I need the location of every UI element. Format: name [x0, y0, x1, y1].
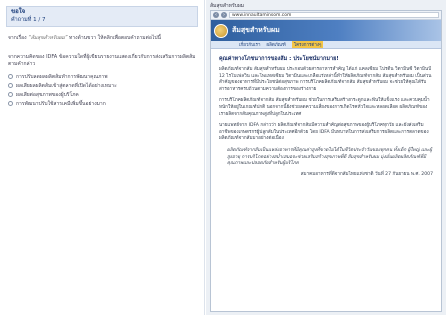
article-heading: คุณค่าทางโภชนาการของส้ม : ประโยชน์มากมาย…	[219, 56, 339, 62]
answer-option-label: ผลเสียผลผลิตส้มเข้าสู่ตลาดที่เปิดได้อย่า…	[16, 82, 117, 89]
nav-item-about[interactable]: เกี่ยวกับเรา	[239, 41, 261, 48]
answer-option-4[interactable]: การพัฒนาปรับใช้สารเคมีเพิ่มขึ้นอย่างมาก	[8, 99, 196, 108]
document-panel: ส้มสุขสำหรับผม ‹ › www.innaultaminsom.co…	[206, 0, 446, 315]
site-nav: เกี่ยวกับเรา ผลิตภัณฑ์ โครงการต่างๆ	[211, 41, 441, 49]
answer-option-1[interactable]: การปรับลดผลผลิตส้มทำการพัฒนาคุณภาพ	[8, 72, 196, 81]
back-arrow-icon[interactable]: ‹	[213, 12, 219, 18]
browser-frame: ‹ › www.innaultaminsom.com ส้มสุขสำหรับผ…	[210, 10, 442, 312]
nav-item-projects[interactable]: โครงการต่างๆ	[291, 41, 324, 48]
article-quote: ผลิตภัณฑ์จากส้มเป็นแหล่งอาหารที่มีคุณค่า…	[227, 147, 432, 167]
article: คุณค่าทางโภชนาการของส้ม : ประโยชน์มากมาย…	[211, 49, 441, 184]
quiz-panel: ขอใจ คำถามที่ 1 / 7 จากเรื่อง “ส้มสุขสำห…	[0, 0, 205, 315]
forward-arrow-icon[interactable]: ›	[221, 12, 227, 18]
prompt-doc-title: “ส้มสุขสำหรับผม”	[28, 35, 68, 41]
radio-button[interactable]	[8, 92, 13, 97]
article-credit: สมาคมอาหารที่ดีจากส้มไทยแห่งชาติ วันที่ …	[300, 171, 433, 177]
prompt-text-a: จากเรื่อง	[8, 35, 29, 41]
address-bar: ‹ › www.innaultaminsom.com	[211, 11, 441, 20]
answer-option-label: การพัฒนาปรับใช้สารเคมีเพิ่มขึ้นอย่างมาก	[16, 100, 106, 107]
nav-item-products[interactable]: ผลิตภัณฑ์	[267, 41, 286, 48]
answer-option-label: ผลเสียต่อสุขภาพของผู้บริโภค	[16, 91, 79, 98]
site-name: ส้มสุขสำหรับผม	[232, 26, 280, 34]
prompt-text-b: ทางด้านขวา ให้คลิกเพื่อตอบคำถามต่อไปนี้	[67, 35, 161, 41]
answer-option-3[interactable]: ผลเสียต่อสุขภาพของผู้บริโภค	[8, 90, 196, 99]
orange-logo-icon	[214, 23, 228, 38]
quiz-header: ขอใจ คำถามที่ 1 / 7	[6, 6, 198, 27]
article-paragraph: การบริโภคผลิตภัณฑ์จากส้ม ส้มสุขสำหรับผม …	[219, 98, 430, 117]
site-banner: ส้มสุขสำหรับผม	[211, 20, 441, 41]
quiz-question: จากความคิดของ IDFA ข้อความใดที่ผู้เขียนร…	[8, 54, 196, 67]
radio-button[interactable]	[8, 74, 13, 79]
quiz-prompt: จากเรื่อง “ส้มสุขสำหรับผม” ทางด้านขวา ให…	[8, 35, 196, 42]
article-paragraph: ผลิตภัณฑ์จากส้ม ส้มสุขสำหรับผม ประกอบด้ว…	[219, 67, 432, 92]
answer-option-2[interactable]: ผลเสียผลผลิตส้มเข้าสู่ตลาดที่เปิดได้อย่า…	[8, 81, 196, 90]
quiz-title: ขอใจ	[11, 8, 26, 15]
radio-button[interactable]	[8, 83, 13, 88]
url-field[interactable]: www.innaultaminsom.com	[229, 12, 439, 18]
quiz-progress: คำถามที่ 1 / 7	[11, 17, 46, 23]
article-paragraph: นายแพทย์จาก IDFA กล่าวว่า ผลิตภัณฑ์จากส้…	[219, 123, 429, 142]
answer-option-label: การปรับลดผลผลิตส้มทำการพัฒนาคุณภาพ	[16, 73, 108, 80]
radio-button[interactable]	[8, 101, 13, 106]
answer-options: การปรับลดผลผลิตส้มทำการพัฒนาคุณภาพ ผลเสี…	[8, 72, 196, 108]
document-title: ส้มสุขสำหรับผม	[210, 3, 245, 9]
